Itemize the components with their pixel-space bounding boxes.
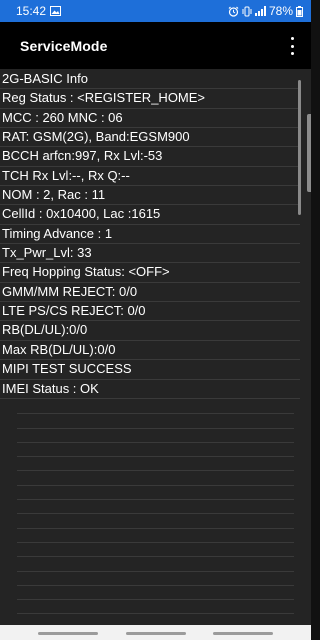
app-title: ServiceMode <box>20 37 108 54</box>
battery-icon <box>296 5 303 17</box>
empty-row <box>17 500 294 515</box>
list-item: Reg Status : <REGISTER_HOME> <box>0 89 300 109</box>
recents-button[interactable] <box>38 632 98 635</box>
alarm-icon <box>228 6 239 17</box>
list-item: Tx_Pwr_Lvl: 33 <box>0 244 300 264</box>
list-item: BCCH arfcn:997, Rx Lvl:-53 <box>0 147 300 167</box>
empty-row <box>17 614 294 625</box>
empty-row <box>17 557 294 572</box>
status-bar: 15:42 78% <box>0 0 311 22</box>
edge-panel-handle[interactable] <box>307 114 311 192</box>
empty-row <box>17 514 294 529</box>
info-rows: 2G-BASIC Info Reg Status : <REGISTER_HOM… <box>0 70 300 399</box>
list-item: NOM : 2, Rac : 11 <box>0 186 300 206</box>
battery-percent: 78% <box>268 4 293 18</box>
list-item: GMM/MM REJECT: 0/0 <box>0 283 300 303</box>
vibrate-icon <box>242 6 252 17</box>
empty-row <box>17 429 294 443</box>
empty-row <box>17 471 294 486</box>
list-item: Freq Hopping Status: <OFF> <box>0 263 300 283</box>
empty-row <box>17 529 294 543</box>
overflow-menu-icon[interactable] <box>289 37 295 55</box>
list-item: Timing Advance : 1 <box>0 225 300 245</box>
empty-rows <box>17 400 294 625</box>
status-bar-right: 78% <box>228 4 303 18</box>
empty-row <box>17 414 294 429</box>
status-time: 15:42 <box>16 4 47 18</box>
list-item: IMEI Status : OK <box>0 380 300 399</box>
list-item: Max RB(DL/UL):0/0 <box>0 341 300 361</box>
list-item: LTE PS/CS REJECT: 0/0 <box>0 302 300 322</box>
service-mode-list[interactable]: 2G-BASIC Info Reg Status : <REGISTER_HOM… <box>0 69 311 625</box>
signal-icon <box>254 6 266 16</box>
navigation-bar <box>0 625 311 640</box>
list-item: 2G-BASIC Info <box>0 70 300 90</box>
list-item: CellId : 0x10400, Lac :1615 <box>0 205 300 225</box>
status-bar-left: 15:42 <box>16 4 62 18</box>
scrollbar[interactable] <box>298 80 301 215</box>
home-button[interactable] <box>126 632 186 635</box>
empty-row <box>17 443 294 458</box>
list-item: MCC : 260 MNC : 06 <box>0 109 300 129</box>
empty-row <box>17 457 294 472</box>
empty-row <box>17 400 294 415</box>
list-item: RAT: GSM(2G), Band:EGSM900 <box>0 128 300 148</box>
app-bar: ServiceMode <box>0 22 311 69</box>
list-item: TCH Rx Lvl:--, Rx Q:-- <box>0 167 300 187</box>
empty-row <box>17 572 294 586</box>
list-item: MIPI TEST SUCCESS <box>0 360 300 380</box>
empty-row <box>17 486 294 501</box>
list-item: RB(DL/UL):0/0 <box>0 321 300 341</box>
image-icon <box>50 6 62 16</box>
empty-row <box>17 600 294 615</box>
empty-row <box>17 586 294 601</box>
empty-row <box>17 543 294 558</box>
back-button[interactable] <box>213 632 273 635</box>
